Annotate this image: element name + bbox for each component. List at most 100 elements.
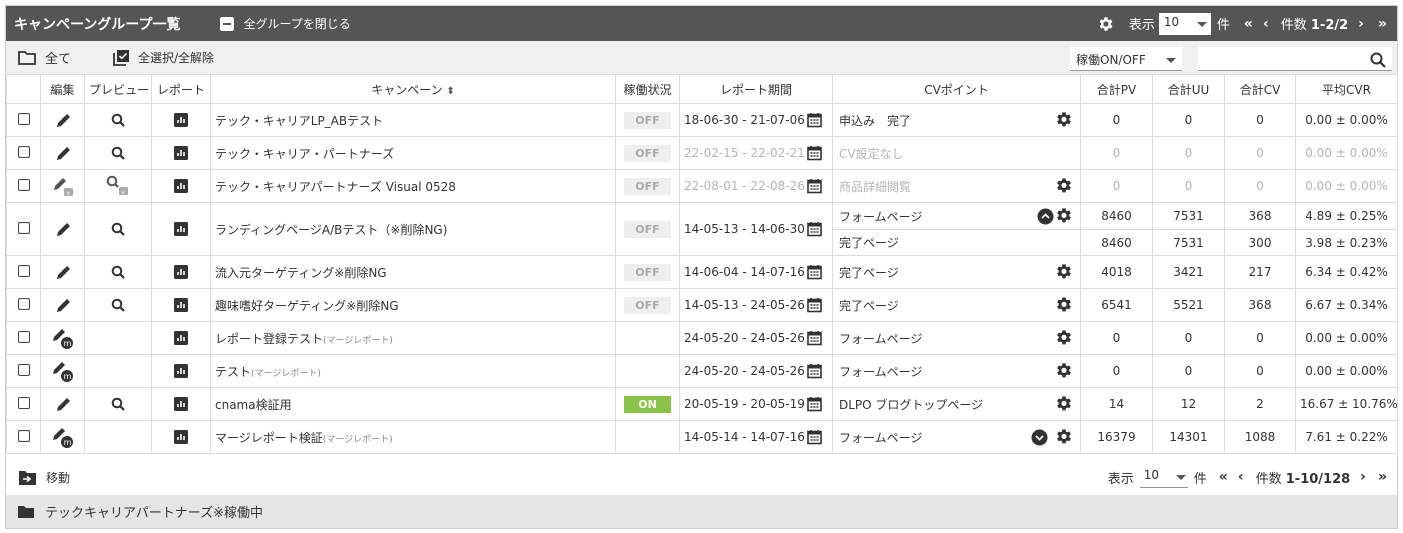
- gear-icon[interactable]: [1054, 262, 1074, 282]
- edit-pencil-icon[interactable]: [54, 111, 72, 129]
- gear-icon[interactable]: [1054, 176, 1074, 196]
- edit-pencil-merge-icon[interactable]: m: [51, 359, 75, 383]
- first-page-button[interactable]: «: [1244, 16, 1253, 32]
- campaign-name[interactable]: テック・キャリア・パートナーズ: [215, 147, 394, 161]
- preview-search-icon[interactable]: [111, 298, 126, 313]
- campaign-name[interactable]: cnama検証用: [215, 398, 292, 412]
- status-toggle[interactable]: OFF: [624, 111, 671, 129]
- status-toggle[interactable]: OFF: [624, 144, 671, 162]
- calendar-icon[interactable]: [807, 429, 822, 445]
- campaign-group-row[interactable]: テックキャリアパートナーズ※稼働中: [6, 495, 1397, 528]
- search-icon[interactable]: [1370, 52, 1386, 68]
- row-checkbox[interactable]: [17, 363, 30, 376]
- move-button[interactable]: 移動: [19, 469, 70, 486]
- calendar-icon[interactable]: [807, 297, 822, 313]
- col-header-campaign[interactable]: キャンペーン ⬍: [210, 74, 616, 104]
- row-checkbox[interactable]: [17, 297, 30, 310]
- campaign-name[interactable]: レポート登録テスト: [215, 332, 323, 346]
- status-toggle[interactable]: OFF: [624, 263, 671, 281]
- edit-pencil-visual-icon[interactable]: v: [51, 175, 75, 197]
- preview-search-icon[interactable]: [111, 146, 126, 161]
- report-chart-icon[interactable]: [173, 145, 189, 161]
- last-page-button[interactable]: »: [1378, 16, 1387, 32]
- edit-pencil-merge-icon[interactable]: m: [51, 326, 75, 350]
- campaign-name-cell[interactable]: レポート登録テスト(マージレポート): [210, 321, 616, 355]
- report-chart-icon[interactable]: [173, 221, 189, 237]
- campaign-name-cell[interactable]: 流入元ターゲティング※削除NG: [210, 255, 616, 289]
- next-page-button[interactable]: ›: [1358, 16, 1364, 32]
- status-filter-select[interactable]: 稼働ON/OFF: [1070, 47, 1182, 71]
- gear-icon[interactable]: [1054, 328, 1074, 348]
- calendar-icon[interactable]: [807, 178, 822, 194]
- edit-pencil-icon[interactable]: [54, 296, 72, 314]
- status-toggle[interactable]: OFF: [624, 220, 671, 238]
- edit-pencil-icon[interactable]: [54, 144, 72, 162]
- row-checkbox[interactable]: [17, 330, 30, 343]
- edit-pencil-icon[interactable]: [54, 263, 72, 281]
- per-page-select[interactable]: 10: [1158, 12, 1211, 35]
- next-page-button[interactable]: ›: [1360, 469, 1366, 485]
- campaign-name[interactable]: 趣味嗜好ターゲティング※削除NG: [215, 299, 399, 313]
- gear-icon[interactable]: [1054, 206, 1074, 226]
- campaign-name-cell[interactable]: テスト(マージレポート): [210, 354, 616, 388]
- report-chart-icon[interactable]: [173, 297, 189, 313]
- status-toggle[interactable]: OFF: [624, 177, 671, 195]
- gear-icon[interactable]: [1054, 295, 1074, 315]
- calendar-icon[interactable]: [807, 396, 822, 412]
- preview-search-icon[interactable]: [111, 397, 126, 412]
- status-toggle[interactable]: OFF: [624, 296, 671, 314]
- sort-icon[interactable]: ⬍: [446, 86, 454, 97]
- campaign-name-cell[interactable]: 趣味嗜好ターゲティング※削除NG: [210, 288, 616, 322]
- calendar-icon[interactable]: [807, 264, 822, 280]
- campaign-name-cell[interactable]: テック・キャリアLP_ABテスト: [210, 103, 616, 137]
- prev-page-button[interactable]: ‹: [1263, 16, 1269, 32]
- campaign-name[interactable]: ランディングページA/Bテスト（※削除NG): [215, 223, 447, 237]
- report-chart-icon[interactable]: [173, 330, 189, 346]
- calendar-icon[interactable]: [807, 145, 822, 161]
- campaign-name-cell[interactable]: ランディングページA/Bテスト（※削除NG): [210, 202, 616, 256]
- calendar-icon[interactable]: [807, 330, 822, 346]
- campaign-name[interactable]: マージレポート検証: [215, 431, 323, 445]
- campaign-name-cell[interactable]: テック・キャリア・パートナーズ: [210, 136, 616, 170]
- campaign-name-cell[interactable]: マージレポート検証(マージレポート): [210, 420, 616, 454]
- report-chart-icon[interactable]: [173, 178, 189, 194]
- campaign-name[interactable]: テック・キャリアパートナーズ Visual 0528: [215, 180, 456, 194]
- first-page-button[interactable]: «: [1219, 469, 1228, 485]
- row-checkbox[interactable]: [17, 396, 30, 409]
- report-chart-icon[interactable]: [173, 363, 189, 379]
- campaign-name[interactable]: テスト: [215, 365, 251, 379]
- gear-icon[interactable]: [1097, 15, 1115, 33]
- gear-icon[interactable]: [1054, 361, 1074, 381]
- campaign-name-cell[interactable]: テック・キャリアパートナーズ Visual 0528: [210, 169, 616, 203]
- last-page-button[interactable]: »: [1378, 469, 1387, 485]
- report-chart-icon[interactable]: [173, 264, 189, 280]
- chevron-down-circle-icon[interactable]: [1031, 429, 1048, 446]
- report-chart-icon[interactable]: [173, 112, 189, 128]
- preview-search-icon[interactable]: [111, 113, 126, 128]
- select-all-button[interactable]: 全選択/全解除: [113, 49, 214, 66]
- collapse-all-button[interactable]: 全グループを閉じる: [220, 15, 351, 32]
- all-folder-button[interactable]: 全て: [18, 48, 71, 67]
- gear-icon[interactable]: [1054, 110, 1074, 130]
- per-page-select[interactable]: 10: [1139, 466, 1188, 488]
- edit-pencil-icon[interactable]: [54, 220, 72, 238]
- status-toggle[interactable]: ON: [624, 395, 671, 413]
- preview-search-icon[interactable]: [111, 265, 126, 280]
- gear-icon[interactable]: [1054, 427, 1074, 447]
- gear-icon[interactable]: [1054, 394, 1074, 414]
- campaign-name[interactable]: テック・キャリアLP_ABテスト: [215, 114, 383, 128]
- campaign-name[interactable]: 流入元ターゲティング※削除NG: [215, 266, 387, 280]
- calendar-icon[interactable]: [807, 221, 822, 237]
- row-checkbox[interactable]: [17, 178, 30, 191]
- row-checkbox[interactable]: [17, 264, 30, 277]
- preview-search-icon[interactable]: [111, 222, 126, 237]
- report-chart-icon[interactable]: [173, 429, 189, 445]
- calendar-icon[interactable]: [807, 363, 822, 379]
- row-checkbox[interactable]: [17, 429, 30, 442]
- row-checkbox[interactable]: [17, 221, 30, 234]
- edit-pencil-merge-icon[interactable]: m: [51, 425, 75, 449]
- prev-page-button[interactable]: ‹: [1238, 469, 1244, 485]
- edit-pencil-icon[interactable]: [54, 395, 72, 413]
- search-input[interactable]: [1198, 47, 1392, 71]
- chevron-up-circle-icon[interactable]: [1037, 208, 1054, 225]
